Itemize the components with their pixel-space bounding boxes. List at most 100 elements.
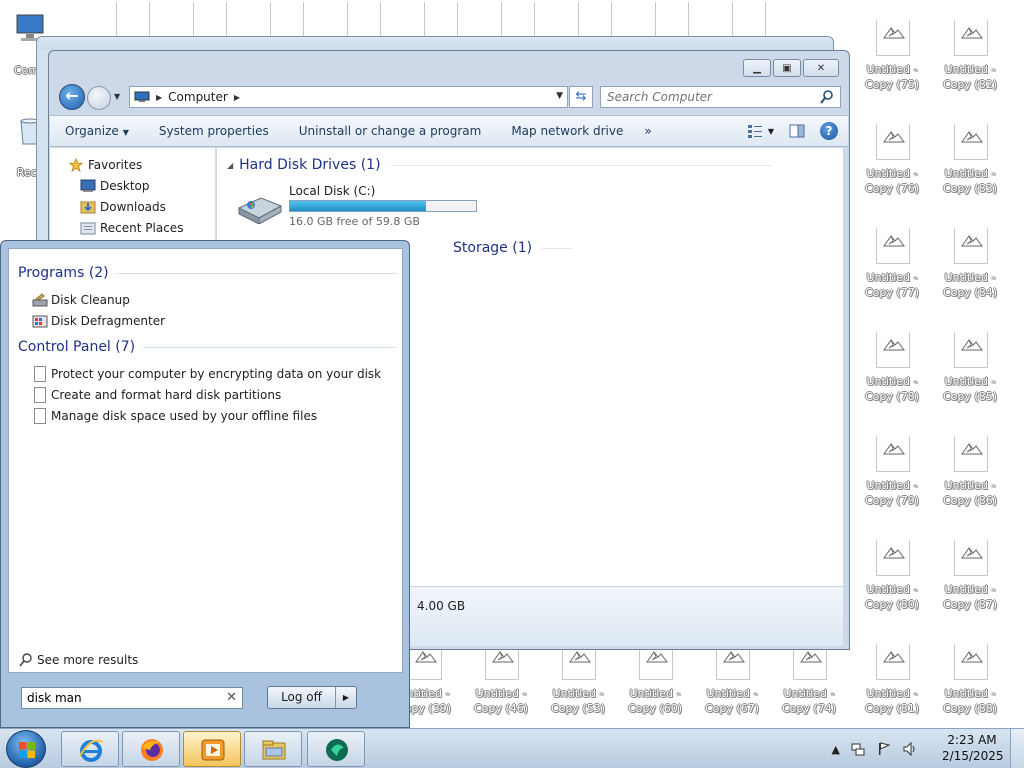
desktop-file-icon[interactable]: [250, 0, 322, 38]
help-icon[interactable]: ?: [820, 122, 838, 140]
desktop-file-icon[interactable]: Untitled - Copy (87): [934, 524, 1006, 620]
result-offline-files[interactable]: Manage disk space used by your offline f…: [32, 408, 317, 424]
file-name-line: Untitled -: [629, 687, 681, 700]
desktop-file-icon[interactable]: [712, 0, 784, 38]
result-encrypt-disk[interactable]: Protect your computer by encrypting data…: [32, 366, 381, 382]
maximize-icon: ▣: [782, 62, 792, 74]
start-button[interactable]: [6, 730, 46, 768]
address-dropdown-icon[interactable]: ▼: [556, 91, 563, 101]
desktop-file-icon[interactable]: Untitled - Copy (79): [856, 420, 928, 516]
taskbar-file-explorer[interactable]: [244, 731, 302, 767]
drive-local-disk-c[interactable]: Local Disk (C:) 16.0 GB free of 59.8 GB: [237, 184, 497, 234]
taskbar-internet-explorer[interactable]: [61, 731, 119, 767]
desktop-file-icon[interactable]: Untitled - Copy (85): [934, 316, 1006, 412]
desktop-file-icon[interactable]: Untitled - Copy (80): [856, 524, 928, 620]
search-icon[interactable]: [819, 89, 835, 105]
show-desktop-button[interactable]: [1010, 729, 1024, 768]
preview-pane-icon[interactable]: [788, 122, 806, 140]
see-more-results-link[interactable]: See more results: [18, 652, 138, 668]
desktop-file-icon[interactable]: Untitled - Copy (78): [856, 316, 928, 412]
desktop-file-icon[interactable]: [635, 0, 707, 38]
uninstall-program-button[interactable]: Uninstall or change a program: [284, 124, 497, 138]
see-more-results-label: See more results: [37, 653, 139, 667]
desktop-file-icon[interactable]: Untitled - Copy (88): [934, 628, 1006, 724]
image-file-icon: [876, 332, 910, 368]
image-file-icon: [876, 20, 910, 56]
action-center-flag-icon[interactable]: [876, 741, 892, 757]
address-bar[interactable]: ▶ Computer ▶ ▼: [129, 86, 568, 108]
group-header-removable-storage[interactable]: Storage (1): [453, 240, 573, 256]
view-options-dropdown-icon[interactable]: ▼: [768, 127, 774, 136]
taskbar-media-player[interactable]: [183, 731, 241, 767]
network-icon[interactable]: [850, 741, 866, 757]
taskbar-app[interactable]: [307, 731, 365, 767]
start-search-input[interactable]: [22, 688, 212, 708]
change-view-icon[interactable]: [746, 122, 764, 140]
desktop-file-icon[interactable]: Untitled - Copy (86): [934, 420, 1006, 516]
desktop-file-icon[interactable]: Untitled - Copy (75): [856, 4, 928, 100]
result-disk-cleanup[interactable]: Disk Cleanup: [32, 292, 130, 308]
document-icon: [34, 408, 46, 424]
log-off-button[interactable]: Log off ▶: [267, 686, 357, 709]
more-commands-button[interactable]: »: [638, 124, 657, 138]
result-disk-defragmenter[interactable]: Disk Defragmenter: [32, 313, 165, 329]
search-box[interactable]: [600, 86, 841, 108]
collapse-triangle-icon[interactable]: ◢: [227, 161, 233, 170]
image-file-icon: [193, 2, 227, 38]
volume-icon[interactable]: [902, 741, 918, 757]
desktop-file-icon[interactable]: [327, 0, 399, 38]
image-file-icon: [876, 124, 910, 160]
nav-desktop-label: Desktop: [100, 179, 150, 193]
show-hidden-icons-arrow-icon[interactable]: ▲: [832, 743, 840, 756]
desktop-file-label: Untitled - Copy (60): [619, 686, 691, 716]
nav-favorites[interactable]: Favorites: [68, 158, 142, 172]
result-label: Create and format hard disk partitions: [51, 388, 282, 402]
nav-recent-places[interactable]: Recent Places: [80, 221, 183, 235]
desktop-file-icon[interactable]: [173, 0, 245, 38]
chevron-down-icon: ▼: [122, 128, 129, 137]
control-panel-section-header[interactable]: Control Panel (7): [18, 339, 396, 355]
image-file-icon: [732, 2, 766, 38]
nav-desktop[interactable]: Desktop: [80, 179, 150, 193]
desktop-file-icon[interactable]: Untitled - Copy (76): [856, 108, 928, 204]
taskbar-firefox[interactable]: [122, 731, 180, 767]
nav-downloads-label: Downloads: [100, 200, 166, 214]
result-disk-partitions[interactable]: Create and format hard disk partitions: [32, 387, 281, 403]
nav-downloads[interactable]: Downloads: [80, 200, 166, 214]
refresh-button[interactable]: ⇆: [569, 86, 593, 108]
file-explorer-icon: [262, 740, 286, 760]
minimize-button[interactable]: ▁: [743, 59, 771, 77]
programs-section-header[interactable]: Programs (2): [18, 265, 397, 281]
desktop-file-icon[interactable]: [481, 0, 553, 38]
breadcrumb-arrow-icon[interactable]: ▶: [234, 93, 240, 102]
forward-button[interactable]: [87, 86, 111, 110]
desktop-file-icon[interactable]: Untitled - Copy (77): [856, 212, 928, 308]
result-label: Manage disk space used by your offline f…: [51, 409, 318, 423]
organize-label: Organize: [65, 124, 119, 138]
system-properties-button[interactable]: System properties: [144, 124, 284, 138]
desktop-file-icon[interactable]: [558, 0, 630, 38]
clear-search-icon[interactable]: ✕: [226, 690, 237, 705]
desktop-file-icon[interactable]: [404, 0, 476, 38]
breadcrumb-computer[interactable]: Computer: [168, 90, 228, 104]
file-name-line: Copy (75): [865, 78, 919, 91]
group-header-hard-disk-drives[interactable]: ◢ Hard Disk Drives (1): [227, 157, 771, 173]
desktop-file-icon[interactable]: Untitled - Copy (83): [934, 108, 1006, 204]
back-button[interactable]: ←: [59, 84, 85, 110]
organize-button[interactable]: Organize ▼: [50, 124, 144, 138]
search-input[interactable]: [601, 87, 811, 107]
shutdown-options-arrow-icon[interactable]: ▶: [336, 687, 356, 708]
desktop-file-icon[interactable]: [96, 0, 168, 38]
breadcrumb-arrow-icon[interactable]: ▶: [156, 93, 162, 102]
file-name-line: Untitled -: [866, 167, 918, 180]
system-clock[interactable]: 2:23 AM 2/15/2025: [942, 732, 1004, 764]
start-search-box[interactable]: ✕: [21, 687, 243, 709]
maximize-button[interactable]: ▣: [773, 59, 801, 77]
desktop-file-label: Untitled - Copy (46): [465, 686, 537, 716]
map-network-drive-button[interactable]: Map network drive: [496, 124, 638, 138]
close-button[interactable]: ✕: [803, 59, 839, 77]
desktop-file-icon[interactable]: Untitled - Copy (82): [934, 4, 1006, 100]
recent-pages-dropdown[interactable]: ▼: [114, 92, 120, 101]
desktop-file-icon[interactable]: Untitled - Copy (81): [856, 628, 928, 724]
desktop-file-icon[interactable]: Untitled - Copy (84): [934, 212, 1006, 308]
